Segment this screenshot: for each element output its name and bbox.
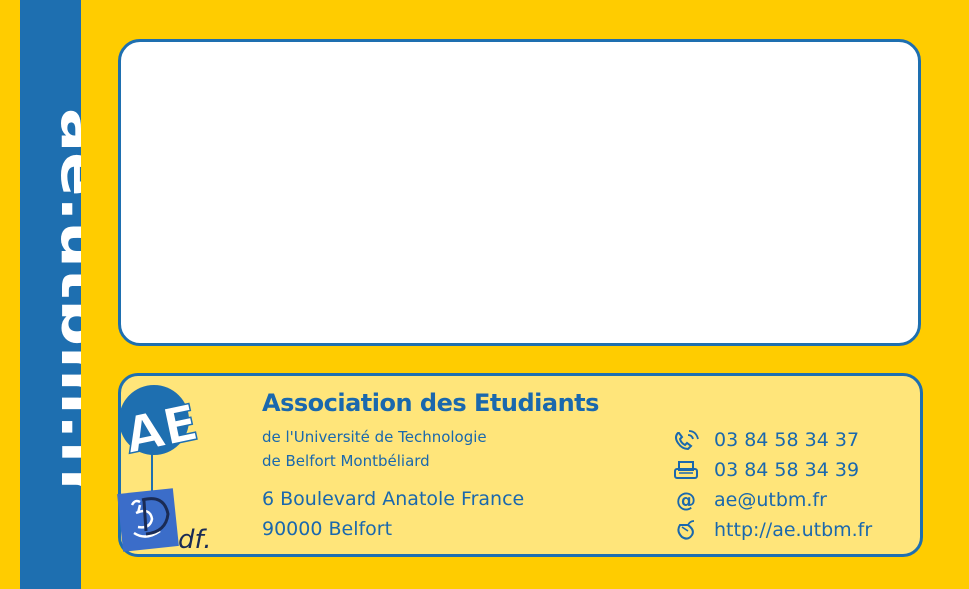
- website-url: http://ae.utbm.fr: [714, 519, 873, 541]
- organization-subtitle-line1: de l'Université de Technologie: [262, 428, 487, 446]
- mouse-icon: [672, 519, 702, 541]
- fax-icon: [672, 459, 702, 481]
- at-sign-icon: @: [672, 488, 702, 512]
- contact-phone: 03 84 58 34 37: [672, 427, 859, 453]
- contact-email: @ ae@utbm.fr: [672, 487, 827, 513]
- side-url-vertical: ae.utbm.fr: [20, 0, 81, 589]
- phone-icon: [672, 429, 702, 451]
- ae-logo: AE: [119, 385, 204, 466]
- blank-white-panel: [118, 39, 921, 346]
- svg-text:@: @: [676, 489, 696, 511]
- organization-name: Association des Etudiants: [262, 389, 599, 417]
- email-address: ae@utbm.fr: [714, 489, 827, 511]
- address-city: 90000 Belfort: [262, 518, 393, 540]
- phone-number: 03 84 58 34 37: [714, 429, 860, 451]
- side-url-text: ae.utbm.fr: [49, 108, 81, 500]
- bdf-logo: df.: [117, 488, 211, 555]
- contact-fax: 03 84 58 34 39: [672, 457, 859, 483]
- bdf-logo-text: df.: [178, 525, 211, 555]
- logos-group: AE df.: [112, 365, 242, 565]
- contact-website: http://ae.utbm.fr: [672, 517, 872, 543]
- address-street: 6 Boulevard Anatole France: [262, 488, 525, 510]
- fax-number: 03 84 58 34 39: [714, 459, 860, 481]
- organization-subtitle-line2: de Belfort Montbéliard: [262, 452, 430, 470]
